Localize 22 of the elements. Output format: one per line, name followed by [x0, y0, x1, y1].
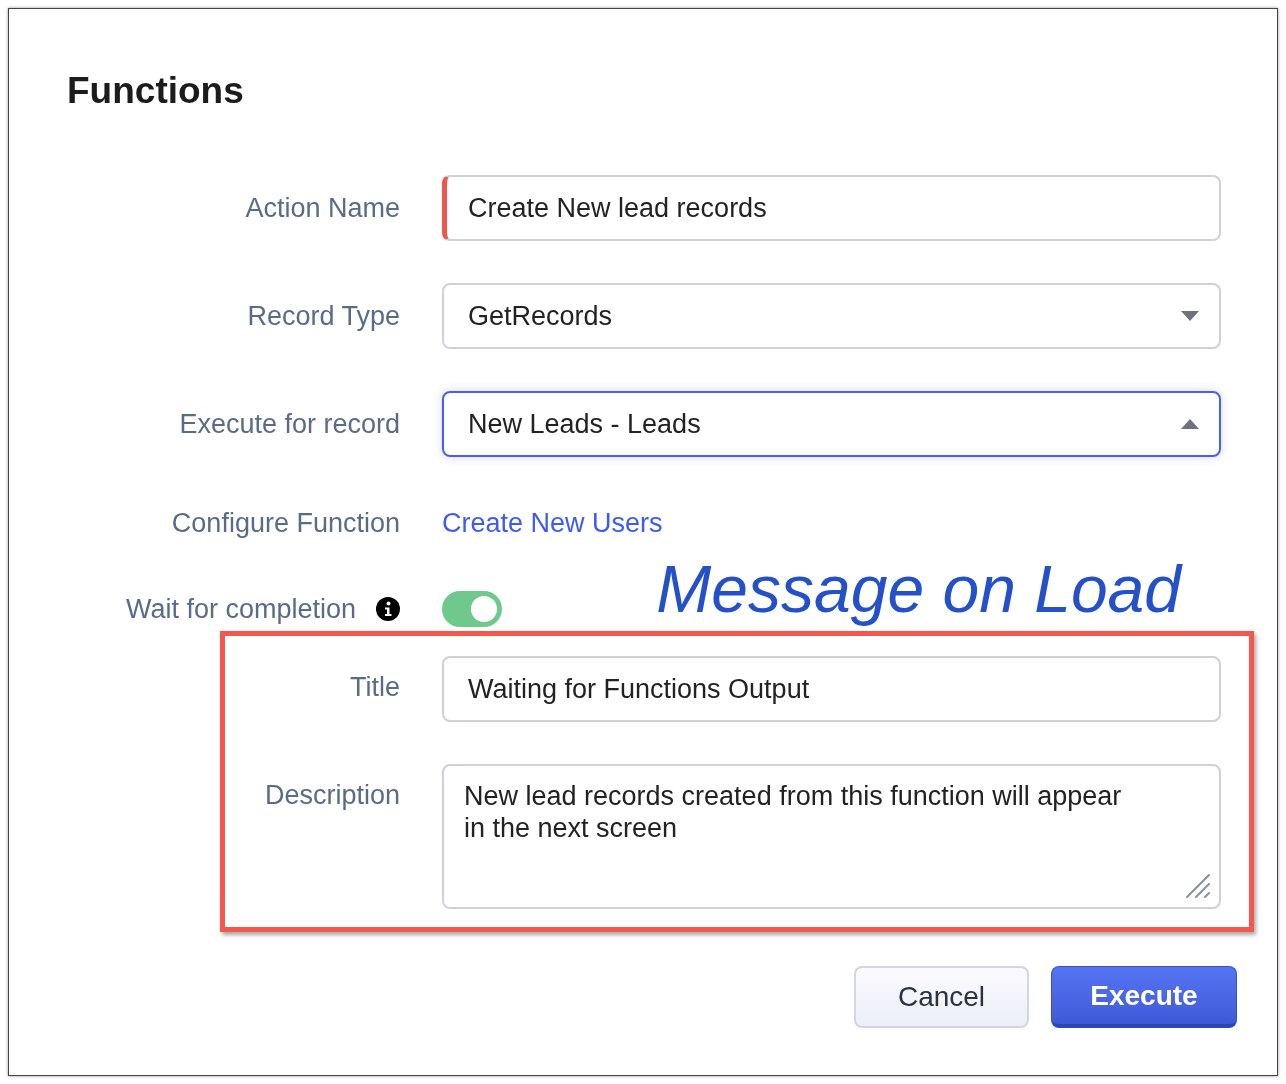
field-label: Wait for completion [125, 593, 356, 625]
field-label: Execute for record [179, 408, 400, 440]
caret-icon [1181, 419, 1199, 429]
annotation-text: Message on Load [656, 551, 1181, 627]
dialog-title: Functions [67, 69, 245, 113]
link[interactable]: Create New Users [442, 507, 663, 539]
field-label: Action Name [245, 192, 400, 224]
field-label: Configure Function [171, 507, 400, 539]
resize-grip-icon[interactable] [1185, 873, 1211, 899]
execute-button[interactable]: Execute [1051, 966, 1237, 1028]
textarea-field[interactable]: New lead records created from this function will appear in the next screen [442, 764, 1221, 909]
field-label: Description [264, 780, 400, 811]
field-label: Record Type [247, 300, 400, 332]
dropdown-field[interactable]: GetRecords [442, 283, 1221, 349]
cancel-button[interactable]: Cancel [854, 966, 1029, 1028]
text-field[interactable]: Create New lead records [442, 175, 1221, 241]
dropdown-field[interactable]: New Leads - Leads [442, 391, 1221, 457]
info-icon[interactable] [376, 597, 400, 621]
field-label: Title [350, 672, 400, 703]
toggle-switch[interactable] [442, 591, 502, 627]
caret-icon [1181, 311, 1199, 321]
text-field[interactable]: Waiting for Functions Output [442, 656, 1221, 722]
